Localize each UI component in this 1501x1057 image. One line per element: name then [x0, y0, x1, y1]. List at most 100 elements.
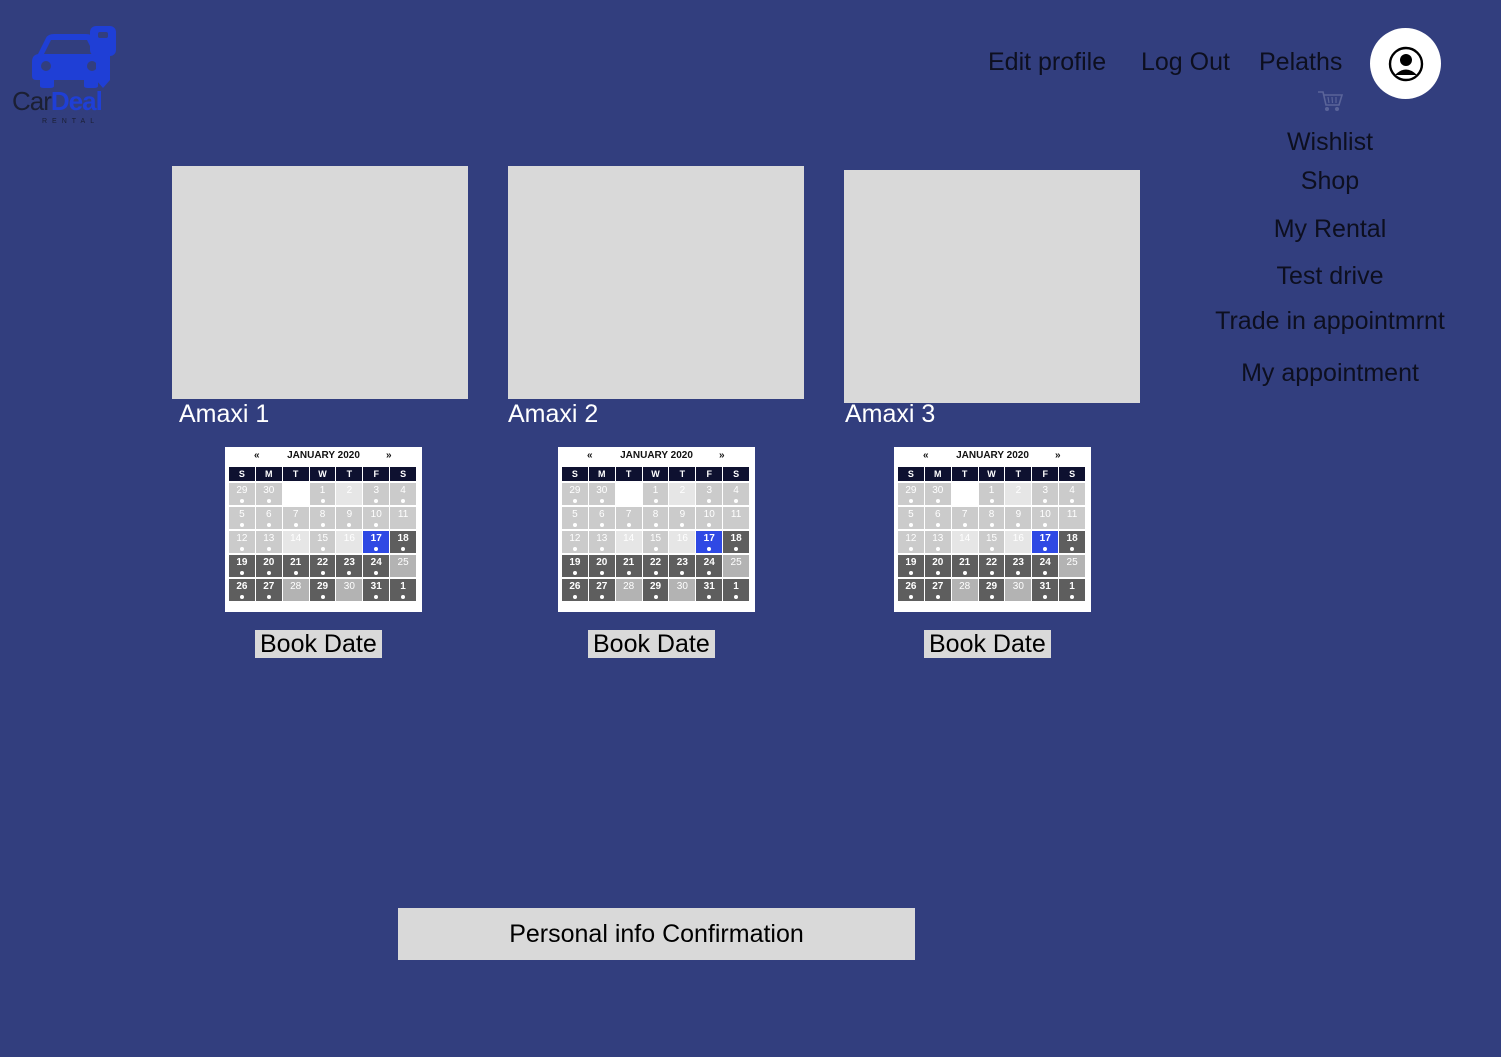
calendar-day[interactable]: 16 [336, 531, 363, 553]
edit-profile-link[interactable]: Edit profile [988, 48, 1106, 77]
calendar-day[interactable]: 26 [229, 579, 255, 601]
calendar-day[interactable] [951, 483, 978, 505]
calendar-day[interactable]: 15 [978, 531, 1005, 553]
log-out-link[interactable]: Log Out [1141, 48, 1230, 77]
calendar-day[interactable]: 29 [562, 483, 588, 505]
calendar-day[interactable]: 31 [696, 579, 723, 601]
calendar-day[interactable]: 2 [1005, 483, 1032, 505]
calendar-day[interactable]: 22 [978, 555, 1005, 577]
calendar-day-selected[interactable]: 17 [696, 531, 723, 553]
calendar-day[interactable]: 24 [696, 555, 723, 577]
calendar-day[interactable]: 1 [1059, 579, 1086, 601]
calendar-day[interactable]: 9 [1005, 507, 1032, 529]
calendar-day[interactable]: 3 [696, 483, 723, 505]
calendar-day[interactable]: 4 [390, 483, 417, 505]
calendar-day[interactable]: 23 [336, 555, 363, 577]
calendar-day[interactable]: 30 [1005, 579, 1032, 601]
calendar-day[interactable]: 30 [588, 483, 615, 505]
calendar-day[interactable]: 29 [642, 579, 669, 601]
calendar-day[interactable]: 19 [898, 555, 924, 577]
side-item-my-rental[interactable]: My Rental [1180, 215, 1480, 244]
date-picker-calendar[interactable]: JANUARY 2020 «» S M T W T F S 29 30 1 2 3 4 5 6 7 8 9 10 11 12… [558, 447, 755, 612]
calendar-day[interactable]: 8 [309, 507, 336, 529]
prev-month-button[interactable]: « [254, 450, 260, 461]
side-item-wishlist[interactable]: Wishlist [1180, 128, 1480, 157]
next-month-button[interactable]: » [1055, 450, 1061, 461]
calendar-day[interactable]: 5 [229, 507, 255, 529]
username-link[interactable]: Pelaths [1259, 48, 1342, 77]
brand-logo[interactable]: CarDeal RENTAL [10, 24, 140, 129]
calendar-day[interactable]: 21 [282, 555, 309, 577]
next-month-button[interactable]: » [386, 450, 392, 461]
date-picker-calendar[interactable]: JANUARY 2020 «» S M T W T F S 29 30 1 2 3 4 5 6 7 8 9 10 11 12… [894, 447, 1091, 612]
calendar-day[interactable]: 28 [951, 579, 978, 601]
calendar-day[interactable]: 7 [615, 507, 642, 529]
calendar-day[interactable]: 28 [615, 579, 642, 601]
side-item-test-drive[interactable]: Test drive [1180, 262, 1480, 291]
calendar-day[interactable]: 5 [562, 507, 588, 529]
calendar-day[interactable]: 29 [229, 483, 255, 505]
prev-month-button[interactable]: « [587, 450, 593, 461]
calendar-day-selected[interactable]: 17 [1032, 531, 1059, 553]
calendar-day[interactable]: 10 [1032, 507, 1059, 529]
side-item-trade-in[interactable]: Trade in appointmrnt [1180, 307, 1480, 336]
side-item-shop[interactable]: Shop [1180, 167, 1480, 196]
calendar-day[interactable]: 7 [951, 507, 978, 529]
calendar-day[interactable]: 30 [924, 483, 951, 505]
calendar-day[interactable]: 2 [336, 483, 363, 505]
calendar-day[interactable]: 30 [669, 579, 696, 601]
calendar-day[interactable]: 11 [390, 507, 417, 529]
calendar-day[interactable]: 25 [723, 555, 750, 577]
calendar-day[interactable]: 9 [336, 507, 363, 529]
calendar-day[interactable]: 23 [1005, 555, 1032, 577]
date-picker-calendar[interactable]: JANUARY 2020 «» S M T W T F S 29 30 1 2 3 4 5 6 7 8 9 10 11 12… [225, 447, 422, 612]
calendar-day[interactable]: 11 [723, 507, 750, 529]
calendar-day[interactable]: 14 [615, 531, 642, 553]
calendar-day[interactable]: 5 [898, 507, 924, 529]
calendar-day[interactable]: 21 [951, 555, 978, 577]
calendar-day[interactable]: 16 [669, 531, 696, 553]
calendar-day-selected[interactable]: 17 [363, 531, 390, 553]
calendar-day[interactable]: 30 [255, 483, 282, 505]
calendar-day[interactable]: 22 [642, 555, 669, 577]
calendar-day[interactable]: 8 [642, 507, 669, 529]
cart-button[interactable] [1316, 88, 1344, 114]
calendar-day[interactable]: 14 [951, 531, 978, 553]
calendar-day[interactable]: 29 [309, 579, 336, 601]
calendar-day[interactable]: 29 [978, 579, 1005, 601]
calendar-day[interactable]: 10 [363, 507, 390, 529]
calendar-day[interactable]: 13 [255, 531, 282, 553]
calendar-day[interactable]: 1 [309, 483, 336, 505]
calendar-day[interactable]: 3 [1032, 483, 1059, 505]
calendar-day[interactable] [282, 483, 309, 505]
calendar-day[interactable]: 20 [588, 555, 615, 577]
calendar-day[interactable]: 13 [924, 531, 951, 553]
calendar-day[interactable]: 18 [1059, 531, 1086, 553]
calendar-day[interactable]: 15 [309, 531, 336, 553]
calendar-day[interactable]: 9 [669, 507, 696, 529]
calendar-day[interactable]: 16 [1005, 531, 1032, 553]
book-date-button[interactable]: Book Date [924, 630, 1051, 658]
calendar-day[interactable]: 31 [363, 579, 390, 601]
calendar-day[interactable]: 11 [1059, 507, 1086, 529]
calendar-day[interactable]: 12 [898, 531, 924, 553]
prev-month-button[interactable]: « [923, 450, 929, 461]
calendar-day[interactable]: 15 [642, 531, 669, 553]
calendar-day[interactable]: 27 [924, 579, 951, 601]
calendar-day[interactable]: 26 [898, 579, 924, 601]
book-date-button[interactable]: Book Date [255, 630, 382, 658]
calendar-day[interactable]: 12 [229, 531, 255, 553]
calendar-day[interactable]: 13 [588, 531, 615, 553]
calendar-day[interactable]: 10 [696, 507, 723, 529]
calendar-day[interactable]: 4 [1059, 483, 1086, 505]
calendar-day[interactable]: 26 [562, 579, 588, 601]
profile-avatar-button[interactable] [1370, 28, 1441, 99]
calendar-day[interactable] [615, 483, 642, 505]
calendar-day[interactable]: 6 [588, 507, 615, 529]
calendar-day[interactable]: 31 [1032, 579, 1059, 601]
calendar-day[interactable]: 22 [309, 555, 336, 577]
personal-info-confirmation-button[interactable]: Personal info Confirmation [398, 908, 915, 960]
calendar-day[interactable]: 18 [390, 531, 417, 553]
calendar-day[interactable]: 6 [255, 507, 282, 529]
calendar-day[interactable]: 25 [1059, 555, 1086, 577]
